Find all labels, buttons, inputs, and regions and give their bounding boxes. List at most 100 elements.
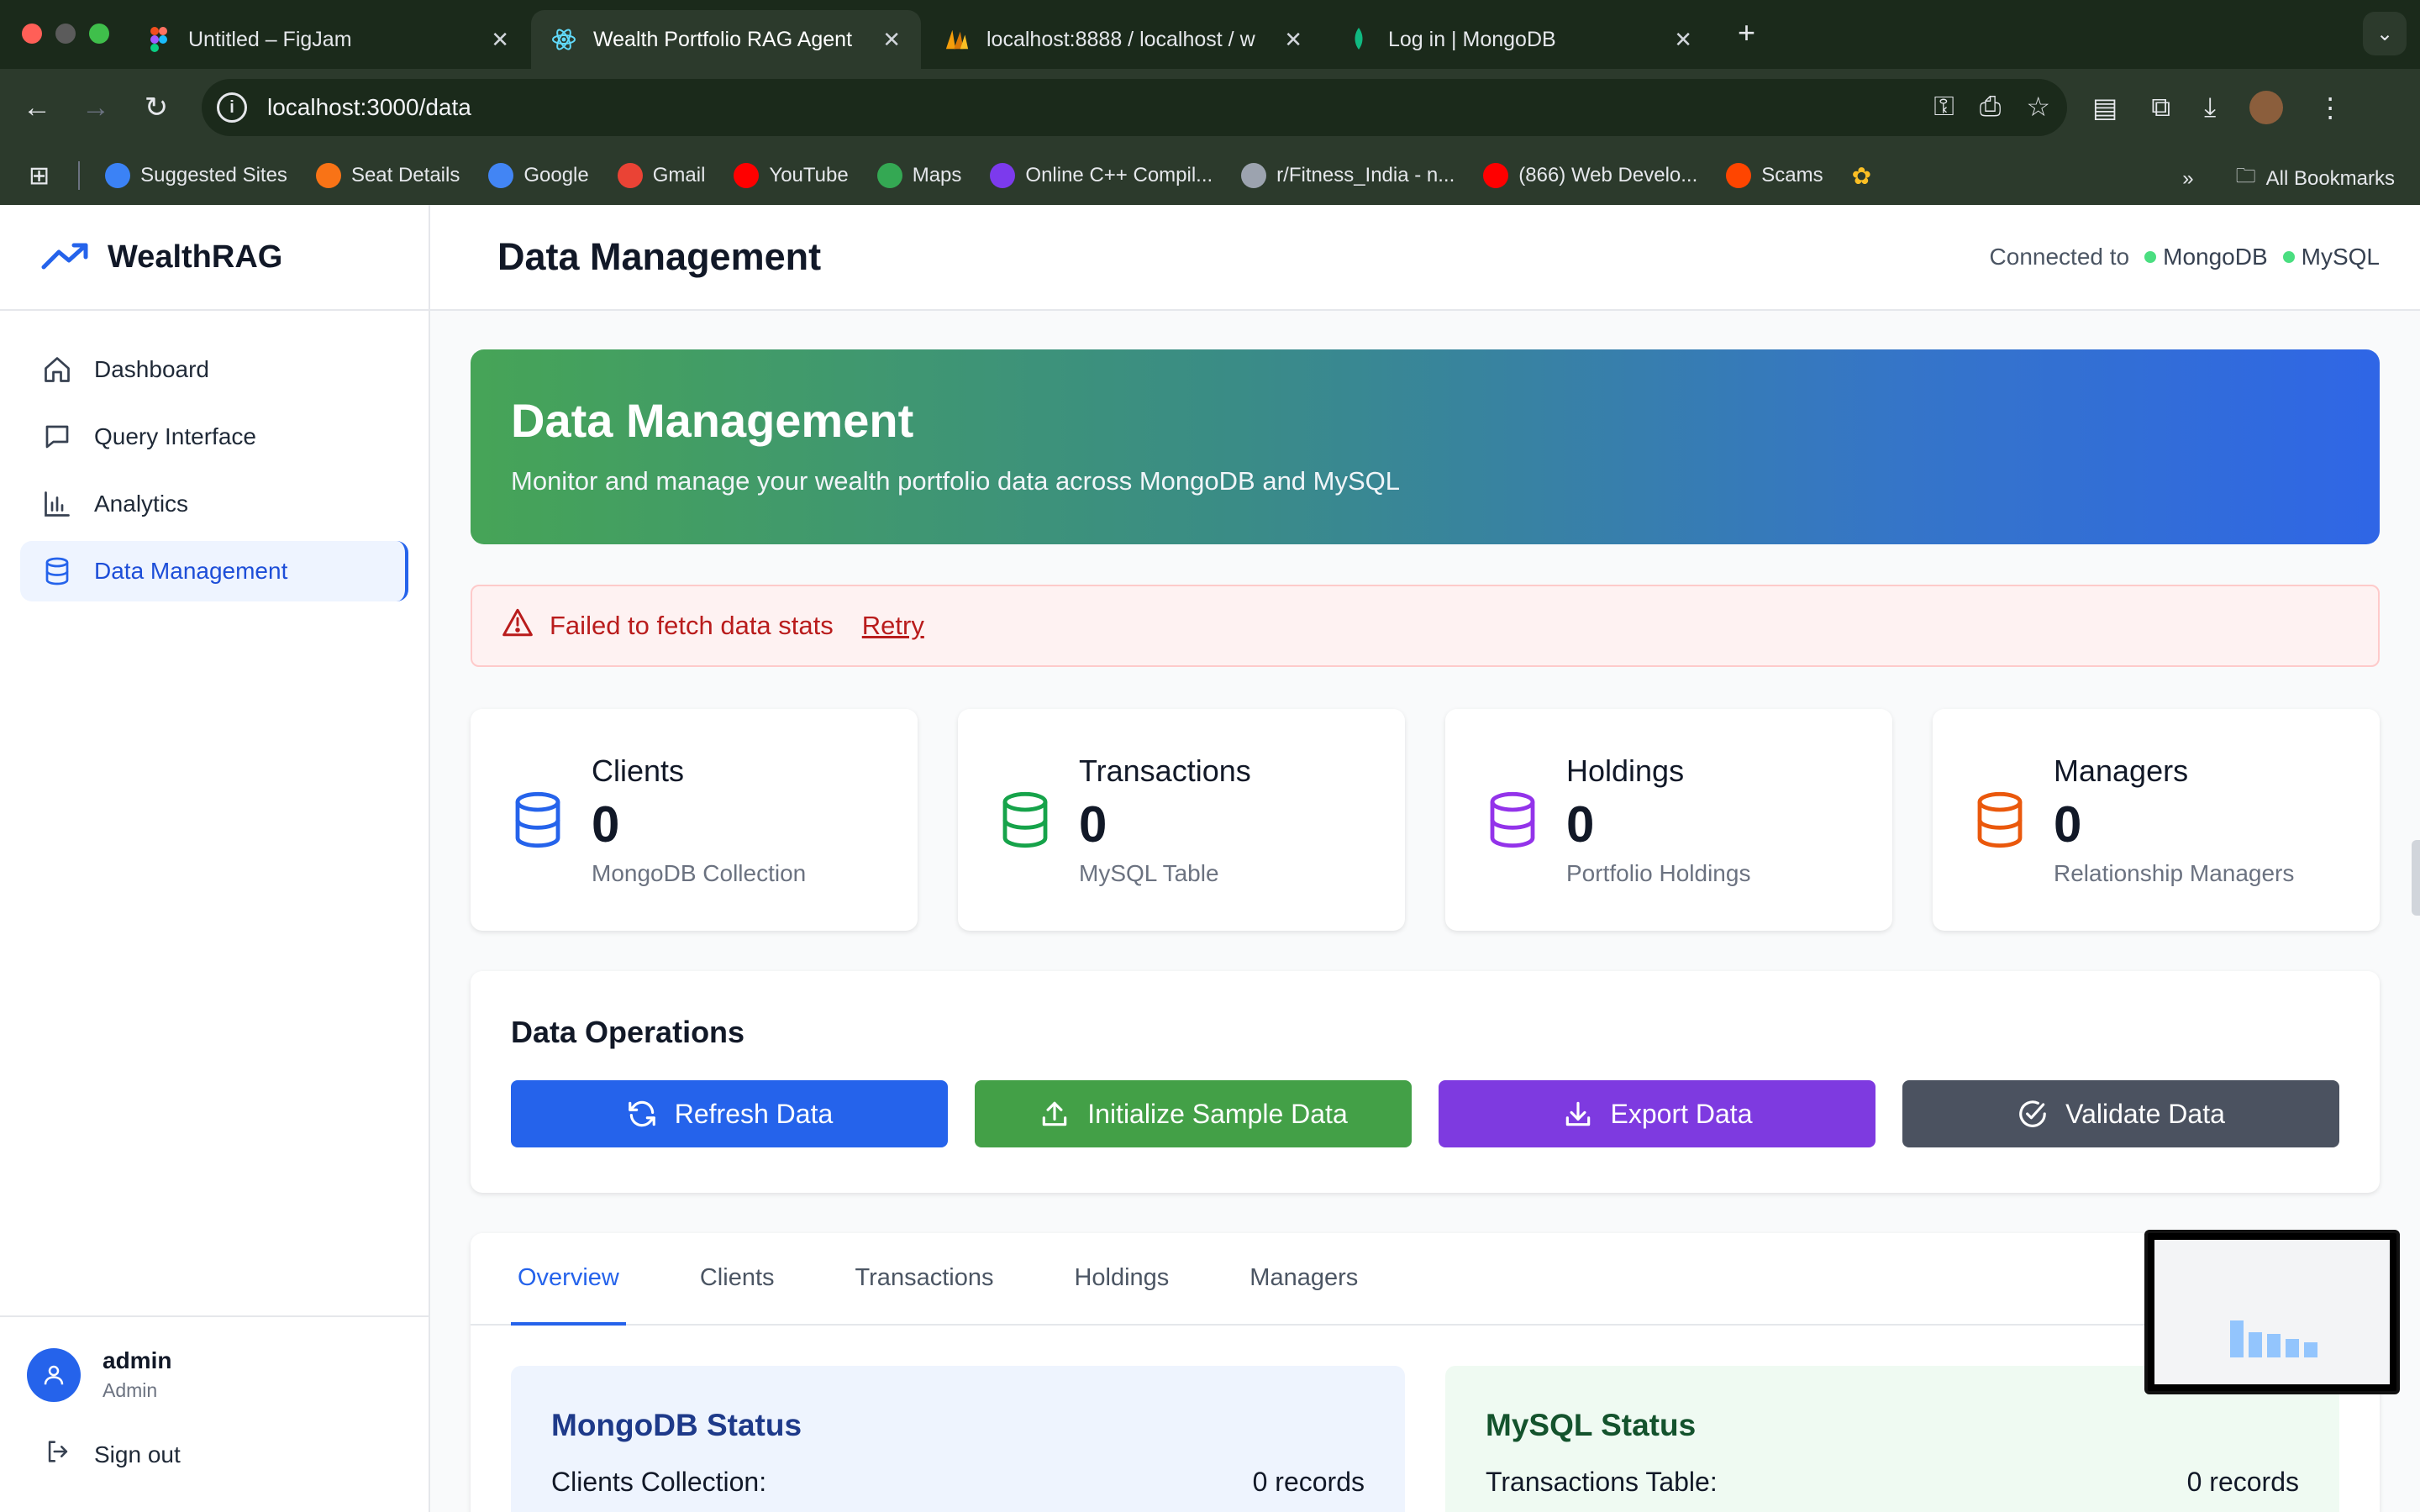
stat-label: Clients (592, 753, 685, 788)
operations-buttons: Refresh Data Initialize Sample Data Expo… (511, 1080, 2339, 1147)
tab-transactions[interactable]: Transactions (849, 1233, 1001, 1326)
section-title: Data Operations (511, 1015, 745, 1049)
row-value: 0 records (2186, 1467, 2299, 1497)
figma-icon (146, 27, 171, 52)
bookmark-item[interactable]: Gmail (617, 163, 706, 188)
youtube-icon (734, 163, 760, 188)
warning-icon (501, 607, 534, 644)
address-bar[interactable]: i localhost:3000/data ⚿ ⎙ ☆ (202, 79, 2067, 136)
close-window-button[interactable] (22, 24, 42, 44)
reload-button[interactable]: ↻ (138, 89, 175, 126)
bookmark-label: Suggested Sites (140, 164, 287, 186)
stat-value: 0 (592, 795, 620, 853)
retry-link[interactable]: Retry (862, 611, 924, 641)
tab-clients[interactable]: Clients (693, 1233, 781, 1326)
tab-strip: Untitled – FigJam ✕ Wealth Portfolio RAG… (0, 0, 2420, 69)
bookmark-item[interactable]: Suggested Sites (105, 163, 287, 188)
sidebar-item-dashboard[interactable]: Dashboard (20, 339, 408, 400)
stat-subtitle: Relationship Managers (2054, 859, 2295, 886)
more-menu-icon[interactable]: ⋮ (2317, 92, 2344, 123)
trending-up-icon (40, 240, 91, 275)
database-icon (1002, 791, 1048, 848)
connection-mongodb: MongoDB (2163, 244, 2268, 270)
bookmark-item[interactable]: Google (488, 163, 589, 188)
user-profile[interactable]: admin Admin (27, 1347, 402, 1402)
minimize-window-button[interactable] (55, 24, 76, 44)
home-icon (40, 353, 74, 386)
screen-preview-thumbnail[interactable] (2144, 1230, 2400, 1394)
install-app-icon[interactable]: ⎙ (1980, 91, 2002, 123)
status-dot-icon (2144, 251, 2157, 263)
password-key-icon[interactable]: ⚿ (1933, 91, 1954, 123)
globe-icon (1241, 163, 1267, 188)
browser-tab-figjam[interactable]: Untitled – FigJam ✕ (126, 10, 529, 69)
maximize-window-button[interactable] (89, 24, 109, 44)
stat-card-transactions: Transactions 0 MySQL Table (958, 709, 1405, 931)
sidebar-item-label: Dashboard (94, 356, 209, 382)
initialize-sample-data-button[interactable]: Initialize Sample Data (975, 1080, 1412, 1147)
back-button[interactable]: ← (18, 89, 55, 126)
sidebar-item-label: Data Management (94, 558, 288, 584)
maps-icon (876, 163, 902, 188)
profile-avatar[interactable] (2249, 91, 2284, 124)
check-circle-icon (2019, 1100, 2046, 1127)
extensions-icon[interactable]: ⧉ (2151, 92, 2170, 123)
refresh-data-button[interactable]: Refresh Data (511, 1080, 948, 1147)
react-icon (551, 27, 576, 52)
logout-icon (44, 1437, 72, 1472)
sidebar-item-query-interface[interactable]: Query Interface (20, 407, 408, 467)
cast-icon[interactable]: ▤ (2092, 92, 2118, 123)
browser-tab-mongodb-login[interactable]: Log in | MongoDB ✕ (1326, 10, 1712, 69)
connection-mysql: MySQL (2301, 244, 2380, 270)
more-bookmarks-icon[interactable]: » (2182, 167, 2193, 191)
forward-button[interactable]: → (77, 89, 114, 126)
brand[interactable]: WealthRAG (0, 205, 429, 311)
tab-managers[interactable]: Managers (1243, 1233, 1365, 1326)
bookmark-label: Gmail (652, 164, 706, 186)
stats-grid: Clients 0 MongoDB Collection Transaction… (471, 709, 2380, 931)
bookmark-item[interactable]: Maps (876, 163, 961, 188)
bookmark-item[interactable]: (866) Web Develo... (1483, 163, 1697, 188)
avatar (27, 1347, 81, 1402)
page-header: Data Management Connected to MongoDB MyS… (430, 205, 2420, 311)
download-icon[interactable]: ⤓ (2204, 92, 2216, 123)
mongodb-leaf-icon (1346, 27, 1371, 52)
bookmark-item[interactable]: r/Fitness_India - n... (1241, 163, 1455, 188)
tab-title: Wealth Portfolio RAG Agent (593, 27, 853, 51)
all-bookmarks-button[interactable]: All Bookmarks (2266, 167, 2395, 191)
sidebar-item-analytics[interactable]: Analytics (20, 474, 408, 534)
new-tab-button[interactable]: + (1738, 15, 1755, 50)
close-tab-icon[interactable]: ✕ (1284, 27, 1302, 53)
photos-pinwheel-icon[interactable]: ✿ (1852, 162, 1871, 190)
browser-tab-phpmyadmin[interactable]: localhost:8888 / localhost / w ✕ (924, 10, 1323, 69)
bookmark-item[interactable]: Online C++ Compil... (990, 163, 1213, 188)
bookmark-label: Google (523, 164, 589, 186)
tab-overview[interactable]: Overview (511, 1233, 626, 1326)
edge-handle[interactable] (2412, 840, 2420, 916)
tab-holdings[interactable]: Holdings (1067, 1233, 1176, 1326)
stat-card-clients: Clients 0 MongoDB Collection (471, 709, 918, 931)
status-row: Transactions Table: 0 records (1486, 1467, 2299, 1498)
bookmarks-divider (78, 161, 81, 190)
sidebar-item-label: Analytics (94, 491, 189, 517)
reddit-icon (1726, 163, 1752, 188)
main-content: Data Management Monitor and manage your … (430, 311, 2420, 1512)
site-info-icon[interactable]: i (217, 92, 247, 123)
bookmark-star-icon[interactable]: ☆ (2026, 91, 2050, 123)
browser-toolbar: ← → ↻ i localhost:3000/data ⚿ ⎙ ☆ ▤ ⧉ ⤓ … (0, 69, 2420, 146)
sign-out-button[interactable]: Sign out (27, 1437, 402, 1472)
close-tab-icon[interactable]: ✕ (882, 27, 901, 53)
validate-data-button[interactable]: Validate Data (1902, 1080, 2339, 1147)
close-tab-icon[interactable]: ✕ (491, 27, 509, 53)
sidebar: WealthRAG Dashboard Query Interface Anal… (0, 205, 430, 1512)
bookmark-item[interactable]: Scams (1726, 163, 1823, 188)
close-tab-icon[interactable]: ✕ (1674, 27, 1692, 53)
tab-search-button[interactable]: ⌄ (2363, 12, 2407, 55)
browser-tab-wealth-portfolio[interactable]: Wealth Portfolio RAG Agent ✕ (531, 10, 921, 69)
row-value: 0 records (1252, 1467, 1365, 1497)
export-data-button[interactable]: Export Data (1439, 1080, 1876, 1147)
bookmark-item[interactable]: YouTube (734, 163, 849, 188)
sidebar-item-data-management[interactable]: Data Management (20, 541, 408, 601)
bookmark-item[interactable]: Seat Details (315, 163, 460, 188)
apps-grid-icon[interactable]: ⊞ (29, 161, 50, 191)
